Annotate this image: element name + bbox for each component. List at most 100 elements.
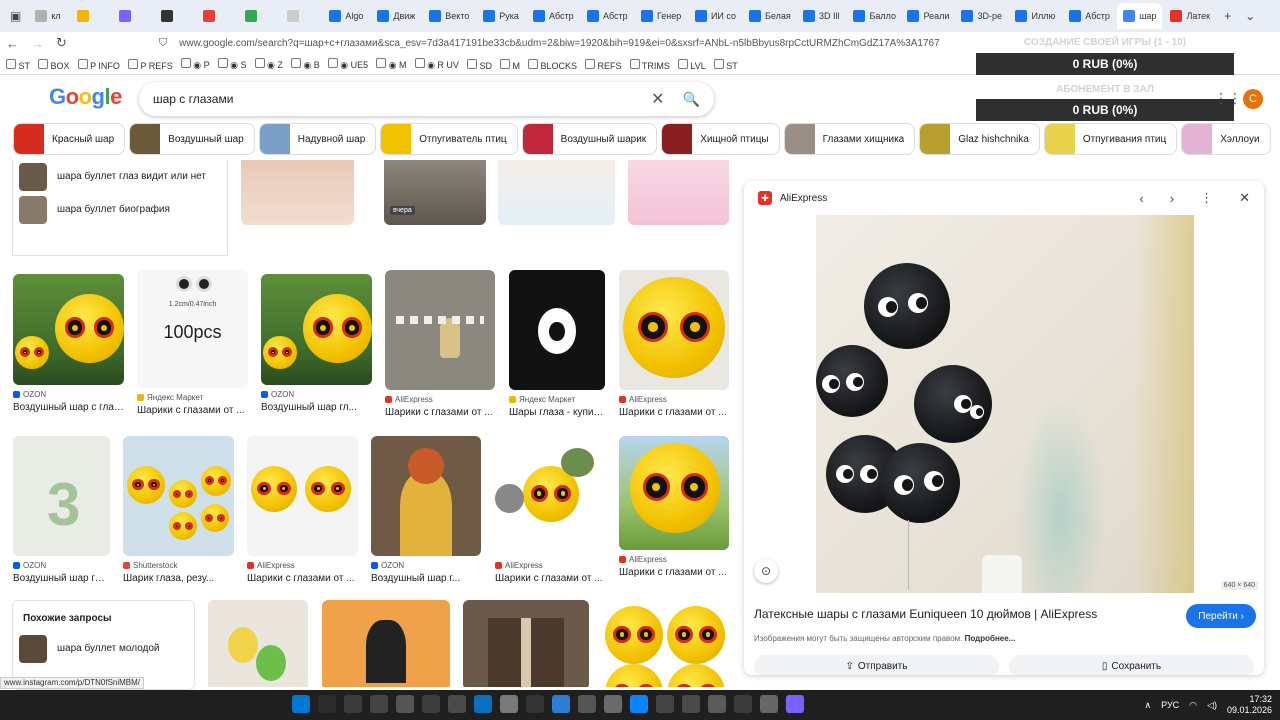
browser-tab[interactable] (239, 3, 279, 29)
related-chip[interactable]: Воздушный шарик (521, 123, 658, 155)
clock[interactable]: 17:32 09.01.2026 (1227, 694, 1272, 716)
related-chip[interactable]: Отпугивания птиц (1043, 123, 1178, 155)
image-result[interactable] (603, 600, 729, 687)
browser-tab[interactable] (113, 3, 153, 29)
result-image[interactable] (495, 436, 605, 556)
more-icon[interactable]: ⋮ (1200, 190, 1213, 206)
browser-tab[interactable]: Рука (477, 3, 525, 29)
lens-icon[interactable]: ⊙ (754, 559, 778, 583)
taskbar-app-icon[interactable] (370, 695, 388, 713)
related-chip[interactable]: Надувной шар (258, 123, 377, 155)
browser-tab[interactable]: 3D-ре (955, 3, 1007, 29)
back-icon[interactable]: ← (6, 36, 19, 51)
result-title[interactable]: Шарики с глазами от ... (619, 407, 729, 418)
browser-tab[interactable] (197, 3, 237, 29)
bookmark-item[interactable]: M (499, 58, 520, 71)
result-source[interactable]: Shutterstock (123, 561, 234, 570)
related-person-item[interactable]: шара буллет биография (13, 193, 227, 226)
volume-icon[interactable]: ◁) (1207, 700, 1217, 711)
result-source[interactable]: OZON (261, 390, 372, 399)
bookmark-item[interactable]: ST (713, 58, 738, 71)
browser-tab[interactable] (155, 3, 195, 29)
browser-tab[interactable]: Algo (323, 3, 369, 29)
result-title[interactable]: Шарики с глазами от ... (247, 573, 358, 584)
bookmark-item[interactable]: REFS (585, 58, 622, 71)
bookmark-item[interactable]: BLOCKS (527, 58, 577, 71)
result-image[interactable] (13, 274, 124, 385)
result-top-2[interactable]: вчера (384, 160, 486, 225)
image-result[interactable]: AliExpress Шарики с глазами от ... (247, 436, 358, 584)
result-source[interactable]: OZON (13, 561, 110, 570)
taskbar-app-icon[interactable] (526, 695, 544, 713)
taskbar-app-icon[interactable] (318, 695, 336, 713)
panel-source[interactable]: AliExpress (780, 193, 827, 204)
related-chip[interactable]: Хищной птицы (661, 123, 780, 155)
related-chip[interactable]: Хэллоуи (1181, 123, 1271, 155)
result-image[interactable]: 3 (13, 436, 110, 556)
result-source[interactable]: OZON (13, 390, 124, 399)
image-result[interactable]: OZONВиниловый шар от п... (463, 600, 589, 687)
image-result[interactable]: AliExpress Шарики с глазами от ... (495, 436, 605, 584)
browser-tab[interactable]: кл (29, 3, 69, 29)
image-result[interactable]: OZON Воздушный шар с глаз... (13, 274, 124, 413)
taskbar-app-icon[interactable] (760, 695, 778, 713)
result-title[interactable]: Шарик глаза, резу... (123, 573, 234, 584)
search-icon[interactable]: 🔍 (683, 91, 700, 108)
browser-tab[interactable]: Генер (635, 3, 687, 29)
google-logo[interactable]: Google (49, 84, 122, 110)
result-image[interactable] (247, 436, 358, 556)
image-result[interactable]: 1.2cm/0.47inch 100pcs Яндекс Маркет Шарики … (137, 270, 248, 416)
shield-icon[interactable]: ⛉ (159, 37, 167, 50)
taskbar-app-icon[interactable] (422, 695, 440, 713)
bookmark-item[interactable]: ◉ Z (254, 58, 283, 71)
browser-tab[interactable]: Иллю (1009, 3, 1061, 29)
result-source[interactable]: AliExpress (247, 561, 358, 570)
result-source[interactable]: Яндекс Маркет (137, 393, 248, 402)
image-result[interactable]: AliExpress Шарики с глазами от ... (385, 270, 495, 418)
taskbar-app-icon[interactable] (474, 695, 492, 713)
result-image[interactable] (385, 270, 495, 390)
browser-tab[interactable]: Абстр (581, 3, 633, 29)
result-image[interactable] (619, 270, 729, 390)
image-result[interactable]: OZONВоздушный шар глаз... (208, 600, 308, 687)
taskbar-app-icon[interactable] (682, 695, 700, 713)
save-button[interactable]: ▯ Сохранить (1009, 655, 1254, 675)
tab-search-icon[interactable]: ▣ (4, 9, 27, 23)
image-result[interactable]: OZON Воздушный шар гл... (261, 274, 372, 413)
taskbar-app-icon[interactable] (656, 695, 674, 713)
related-chip[interactable]: Глазами хищника (783, 123, 916, 155)
apps-grid-icon[interactable]: ⋮⋮ (1214, 90, 1242, 107)
related-chip[interactable]: Воздушный шар (129, 123, 255, 155)
preview-image[interactable] (816, 215, 1194, 593)
taskbar-app-icon[interactable] (500, 695, 518, 713)
bookmark-item[interactable]: LVL (677, 58, 706, 71)
more-link[interactable]: Подробнее... (965, 634, 1016, 643)
result-image[interactable] (322, 600, 450, 687)
taskbar-app-icon[interactable] (630, 695, 648, 713)
result-image[interactable] (463, 600, 589, 687)
new-tab-icon[interactable]: + (1218, 9, 1237, 23)
search-box[interactable]: шар с глазами ✕ 🔍 (139, 82, 714, 116)
taskbar-app-icon[interactable] (786, 695, 804, 713)
bookmark-item[interactable]: TRIMS (629, 58, 670, 71)
bookmark-item[interactable]: ◉ S (217, 58, 247, 71)
share-button[interactable]: ⇪ Отправить (754, 655, 999, 675)
taskbar-app-icon[interactable] (396, 695, 414, 713)
related-chip[interactable]: Отпугиватель птиц (380, 123, 518, 155)
panel-title[interactable]: Латексные шары с глазами Euniqueen 10 дю… (754, 607, 1097, 621)
result-top-4[interactable] (628, 160, 729, 225)
browser-tab[interactable]: Движ (371, 3, 421, 29)
result-title[interactable]: Воздушный шар с глаз... (13, 402, 124, 413)
result-source[interactable]: Яндекс Маркет (509, 395, 605, 404)
bookmark-item[interactable]: ◉ M (376, 58, 407, 71)
taskbar-app-icon[interactable] (578, 695, 596, 713)
result-source[interactable]: AliExpress (619, 555, 729, 564)
result-image[interactable] (371, 436, 481, 556)
browser-tab[interactable]: шар (1117, 3, 1163, 29)
forward-icon[interactable]: → (31, 36, 44, 51)
taskbar-app-icon[interactable] (552, 695, 570, 713)
related-chip[interactable]: Красный шар (13, 123, 126, 155)
browser-tab[interactable]: Абстр (1063, 3, 1115, 29)
image-result[interactable]: Яндекс Маркет Шары глаза - купить ... (509, 270, 605, 418)
image-result[interactable]: Shutterstock Шарик глаза, резу... (123, 436, 234, 584)
